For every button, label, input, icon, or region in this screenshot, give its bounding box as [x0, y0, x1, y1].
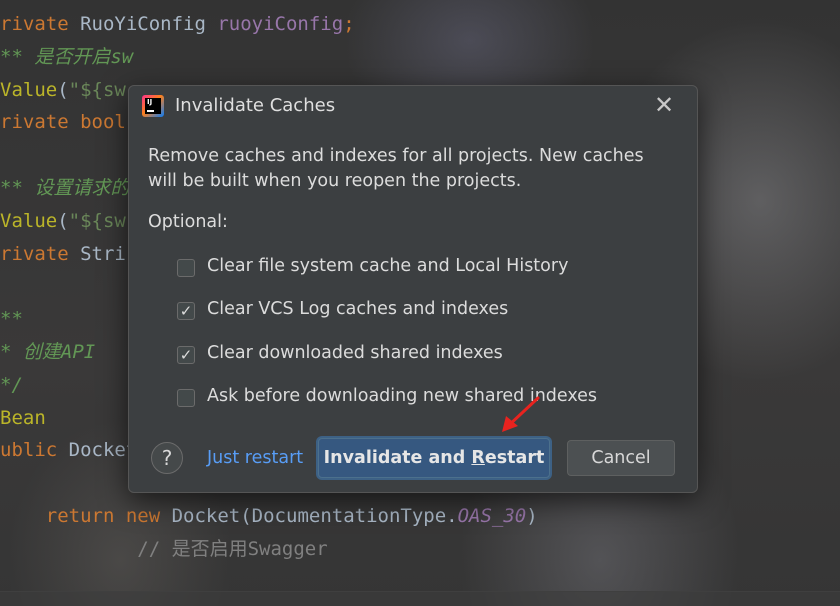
dialog-title: Invalidate Caches [175, 95, 336, 116]
code-token: ( [57, 78, 69, 101]
intellij-idea-icon: IJ [142, 95, 164, 117]
code-token: */ [0, 373, 23, 396]
code-line: rivate bool [0, 106, 126, 138]
code-token: Bean [0, 406, 46, 429]
code-line: rivate Stri [0, 238, 126, 270]
code-token: "${sw [68, 78, 126, 101]
checkbox[interactable] [177, 389, 195, 407]
code-token: rivate [0, 13, 81, 35]
code-token: Value [0, 209, 58, 232]
cancel-button[interactable]: Cancel [567, 440, 675, 476]
code-token: ** 是否开启sw [0, 45, 134, 68]
option-label: Clear VCS Log caches and indexes [207, 299, 509, 319]
option-label: Clear downloaded shared indexes [207, 343, 503, 363]
code-token: ruoyiConfig [217, 13, 344, 35]
button-label-prefix: Invalidate and [323, 448, 472, 468]
code-line: */ [0, 369, 23, 401]
invalidate-and-restart-button[interactable]: Invalidate and Restart [318, 438, 550, 478]
checkbox[interactable] [177, 259, 195, 277]
dialog-description: Remove caches and indexes for all projec… [148, 146, 644, 191]
code-token: rivate [0, 111, 81, 134]
code-token: Docket(DocumentationType. [171, 505, 458, 527]
code-line: * 创建API [0, 336, 95, 368]
code-token: rivate [0, 242, 81, 265]
code-token: ) [526, 505, 538, 527]
dialog-titlebar[interactable]: IJ Invalidate Caches ✕ [129, 86, 697, 128]
just-restart-link[interactable]: Just restart [207, 448, 303, 468]
code-line: Value("${sw [0, 205, 126, 237]
code-token: ** 设置请求的 [0, 177, 130, 199]
code-line: return new Docket(DocumentationType.OAS_… [0, 500, 538, 532]
code-token: OAS_30 [457, 505, 527, 527]
code-line: rivate RuoYiConfig ruoyiConfig; [0, 8, 355, 40]
code-token: ( [57, 209, 69, 232]
horizontal-scrollbar[interactable] [0, 591, 840, 606]
annotation-arrow-icon [502, 396, 540, 432]
code-token: ublic [0, 439, 69, 462]
button-label-suffix: estart [484, 448, 545, 468]
code-line: Value("${sw [0, 74, 126, 106]
option-label: Clear file system cache and Local Histor… [207, 256, 569, 276]
invalidate-caches-dialog: IJ Invalidate Caches ✕ Remove caches and… [128, 85, 698, 493]
code-line: ** 是否开启sw [0, 41, 133, 73]
code-token: ** [0, 308, 23, 331]
code-token: * 创建API [0, 341, 96, 363]
code-token: Stri [80, 242, 126, 265]
code-token: ; [343, 13, 355, 35]
code-token: "${sw [68, 209, 126, 232]
app-icon-text: IJ [147, 98, 153, 106]
code-token: new [125, 505, 172, 527]
code-line: ** [0, 303, 23, 335]
code-line: // 是否启用Swagger [0, 533, 328, 565]
help-button[interactable]: ? [151, 442, 183, 474]
close-icon[interactable]: ✕ [651, 92, 677, 118]
code-token: Value [0, 78, 58, 101]
code-line: ** 设置请求的 [0, 172, 129, 204]
checkbox[interactable]: ✓ [177, 346, 195, 364]
checkbox[interactable]: ✓ [177, 302, 195, 320]
button-label-mnemonic: R [471, 448, 485, 468]
code-token: RuoYiConfig [80, 13, 218, 35]
optional-label: Optional: [148, 212, 228, 232]
code-token: bool [80, 111, 126, 134]
code-token: // 是否启用Swagger [0, 537, 328, 560]
code-token: return [0, 505, 126, 527]
code-line: Bean [0, 402, 46, 434]
